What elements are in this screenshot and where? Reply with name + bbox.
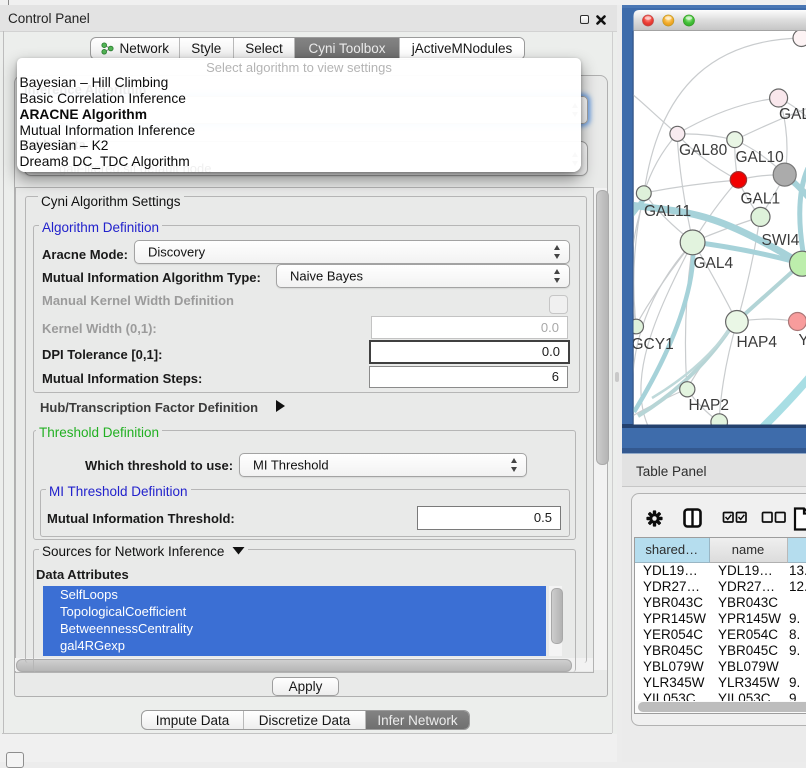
svg-text:GAL11: GAL11 bbox=[644, 203, 691, 220]
svg-text:SWI4: SWI4 bbox=[762, 232, 800, 249]
svg-text:GCY1: GCY1 bbox=[632, 336, 674, 353]
svg-text:GAL2: GAL2 bbox=[779, 106, 806, 123]
svg-text:GAL80: GAL80 bbox=[679, 142, 728, 159]
svg-text:HAP2: HAP2 bbox=[689, 397, 730, 414]
svg-text:HAP4: HAP4 bbox=[737, 334, 778, 351]
svg-text:GAL1: GAL1 bbox=[741, 191, 781, 208]
svg-text:GAL10: GAL10 bbox=[736, 149, 785, 166]
svg-text:YDR: YDR bbox=[799, 332, 806, 349]
svg-text:GAL4: GAL4 bbox=[694, 255, 734, 272]
